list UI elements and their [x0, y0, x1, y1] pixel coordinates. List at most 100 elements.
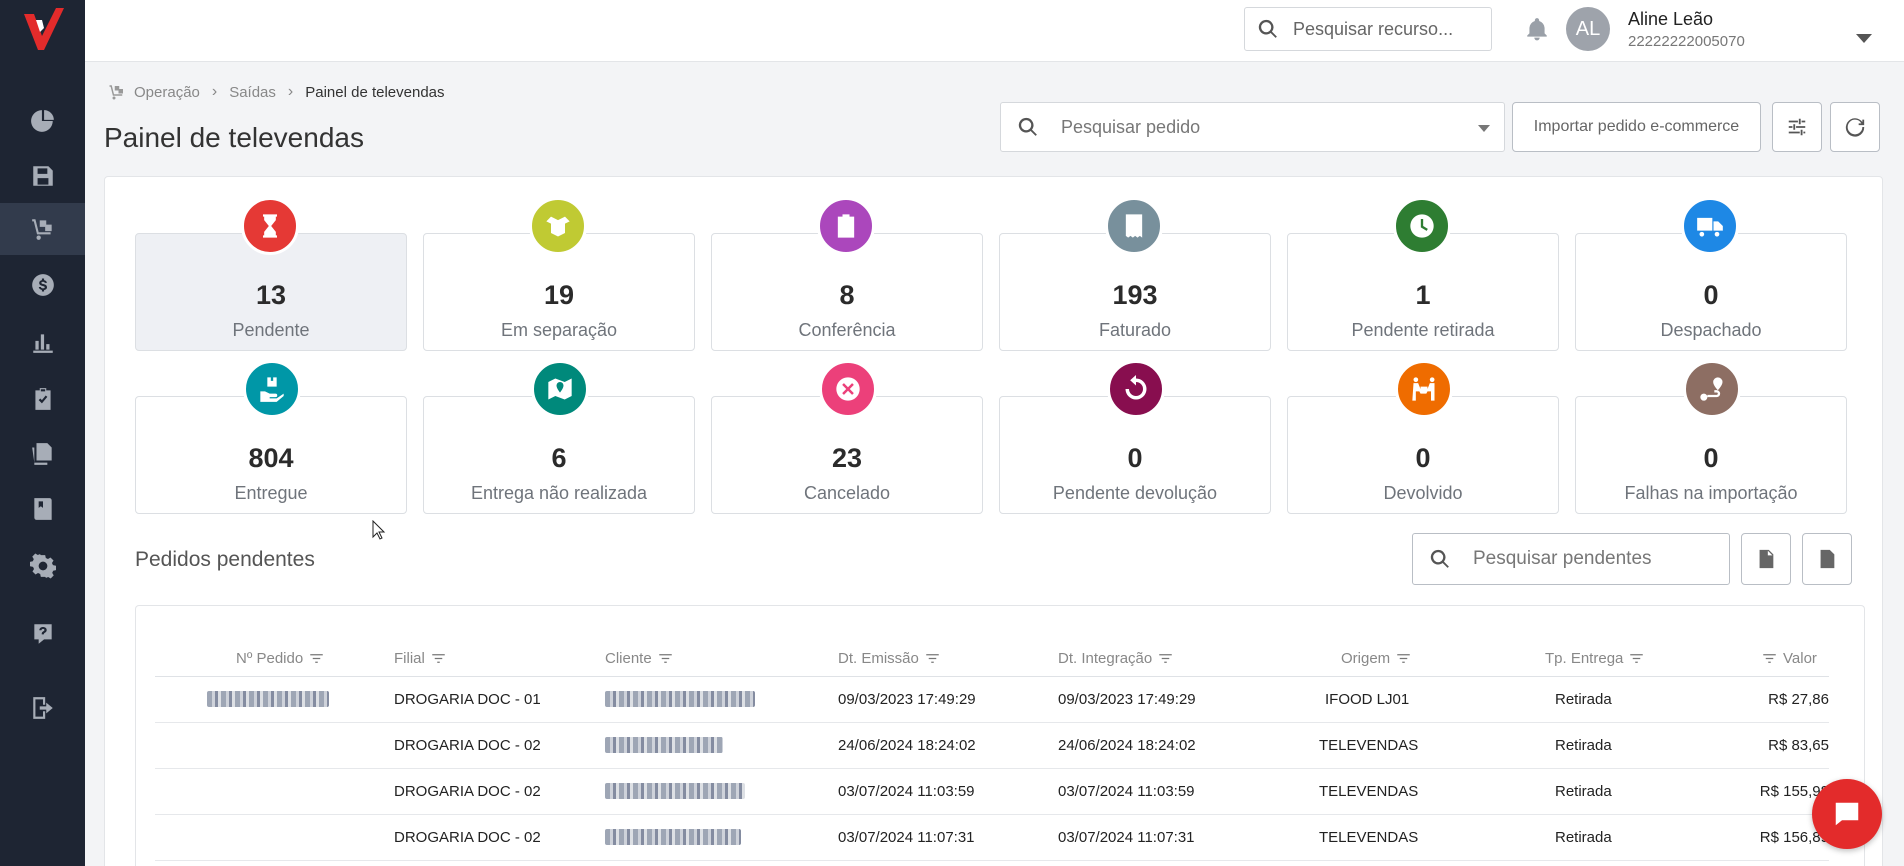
clipboard-list-icon	[817, 197, 875, 255]
filter-icon[interactable]	[1158, 651, 1173, 666]
stat-label: Conferência	[798, 320, 896, 340]
pending-orders-title: Pedidos pendentes	[135, 548, 315, 571]
user-id: 22222222005070	[1628, 33, 1745, 50]
avatar[interactable]: AL	[1566, 7, 1610, 51]
col-header-cliente[interactable]: Cliente	[605, 650, 673, 667]
clipboard-check-icon	[34, 388, 51, 410]
stat-label: Faturado	[1098, 320, 1172, 340]
export-pdf-button[interactable]	[1741, 533, 1791, 585]
filter-icon[interactable]	[309, 651, 324, 666]
redacted-client	[605, 691, 755, 707]
dolly-icon	[109, 85, 123, 100]
open-box-icon	[529, 197, 587, 255]
stat-value: 1	[1415, 280, 1431, 310]
stat-value: 23	[831, 443, 863, 473]
refresh-button[interactable]	[1830, 102, 1880, 152]
filter-icon[interactable]	[1396, 651, 1411, 666]
excel-file-icon	[1820, 549, 1835, 569]
col-header-emissao[interactable]: Dt. Emissão	[838, 650, 940, 667]
col-header-pedido[interactable]: Nº Pedido	[236, 650, 324, 667]
filter-icon[interactable]	[431, 651, 446, 666]
table-row[interactable]: DROGARIA DOC - 02 24/06/2024 18:24:02 24…	[155, 723, 1829, 769]
sidebar-item-financeiro[interactable]	[0, 259, 85, 311]
pdf-file-icon	[1759, 549, 1774, 569]
pending-search[interactable]	[1412, 533, 1730, 585]
chevron-down-icon[interactable]	[1478, 125, 1490, 132]
save-icon	[32, 166, 53, 186]
breadcrumb-operacao[interactable]: Operação	[134, 84, 200, 101]
stat-value: 8	[839, 280, 855, 310]
table-row[interactable]: DROGARIA DOC - 02 03/07/2024 11:07:31 03…	[155, 815, 1829, 861]
filter-icon[interactable]	[1762, 651, 1777, 666]
order-search-input[interactable]	[1061, 116, 1441, 138]
sidebar-item-dashboard[interactable]	[0, 95, 85, 147]
stat-label: Em separação	[500, 320, 618, 340]
sidebar-item-documentos[interactable]	[0, 428, 85, 480]
sidebar	[0, 0, 85, 866]
resource-search-input[interactable]	[1293, 18, 1483, 40]
order-search[interactable]	[1000, 102, 1505, 152]
hand-box-icon	[243, 360, 301, 418]
refresh-icon	[1845, 118, 1865, 137]
stat-label: Pendente retirada	[1351, 320, 1495, 340]
sidebar-item-configuracoes[interactable]	[0, 540, 85, 592]
brand-logo-icon[interactable]	[22, 6, 64, 52]
stat-value: 19	[543, 280, 575, 310]
stat-value: 0	[1127, 443, 1143, 473]
documents-icon	[31, 443, 52, 465]
col-header-tp-entrega[interactable]: Tp. Entrega	[1545, 650, 1644, 667]
stat-label: Entregue	[234, 483, 308, 503]
export-excel-button[interactable]	[1802, 533, 1852, 585]
user-name[interactable]: Aline Leão	[1628, 9, 1713, 30]
resource-search[interactable]	[1244, 7, 1492, 51]
breadcrumb-saidas[interactable]: Saídas	[229, 84, 276, 101]
sidebar-item-relatorios[interactable]	[0, 316, 85, 368]
bell-icon[interactable]	[1524, 16, 1550, 42]
sidebar-item-catalogo[interactable]	[0, 483, 85, 535]
gear-icon	[29, 553, 56, 579]
pending-search-input[interactable]	[1473, 548, 1713, 570]
people-carry-icon	[1395, 360, 1453, 418]
sidebar-item-sair[interactable]	[0, 682, 85, 734]
stat-value: 0	[1703, 443, 1719, 473]
filter-settings-button[interactable]	[1772, 102, 1822, 152]
breadcrumb: Operação › Saídas › Painel de televendas	[108, 83, 445, 101]
redacted-client	[605, 829, 741, 845]
col-header-origem[interactable]: Origem	[1341, 650, 1411, 667]
pie-chart-icon	[30, 110, 54, 132]
sidebar-item-operacao[interactable]	[0, 203, 85, 255]
help-icon	[33, 624, 52, 644]
sliders-icon	[1788, 118, 1806, 136]
map-icon	[531, 360, 589, 418]
col-header-valor[interactable]: Valor	[1762, 650, 1817, 667]
sidebar-item-ajuda[interactable]	[0, 608, 85, 660]
chat-button[interactable]	[1812, 779, 1882, 849]
stat-label: Falhas na importação	[1624, 483, 1798, 503]
stat-label: Pendente	[232, 320, 310, 340]
breadcrumb-separator-icon: ›	[287, 83, 294, 100]
receipt-icon	[1105, 197, 1163, 255]
breadcrumb-separator-icon: ›	[211, 83, 218, 100]
redacted-client	[605, 737, 723, 753]
user-menu-chevron-down-icon[interactable]	[1856, 34, 1872, 43]
book-icon	[33, 498, 52, 520]
breadcrumb-current: Painel de televendas	[305, 83, 445, 101]
search-icon	[1430, 549, 1449, 568]
dollar-circle-icon	[31, 274, 54, 296]
filter-icon[interactable]	[658, 651, 673, 666]
table-row[interactable]: DROGARIA DOC - 02 03/07/2024 11:03:59 03…	[155, 769, 1829, 815]
search-icon	[1018, 117, 1037, 136]
import-ecommerce-button[interactable]: Importar pedido e-commerce	[1512, 102, 1761, 152]
col-header-filial[interactable]: Filial	[394, 650, 446, 667]
undo-icon	[1107, 360, 1165, 418]
sidebar-item-tarefas[interactable]	[0, 373, 85, 425]
chat-icon	[1835, 802, 1859, 826]
filter-icon[interactable]	[925, 651, 940, 666]
table-row[interactable]: DROGARIA DOC - 01 09/03/2023 17:49:29 09…	[155, 677, 1829, 723]
stat-value: 6	[551, 443, 567, 473]
col-header-integracao[interactable]: Dt. Integração	[1058, 650, 1173, 667]
dolly-icon	[31, 219, 52, 240]
stat-label: Pendente devolução	[1052, 483, 1218, 503]
filter-icon[interactable]	[1629, 651, 1644, 666]
sidebar-item-cadastros[interactable]	[0, 150, 85, 202]
